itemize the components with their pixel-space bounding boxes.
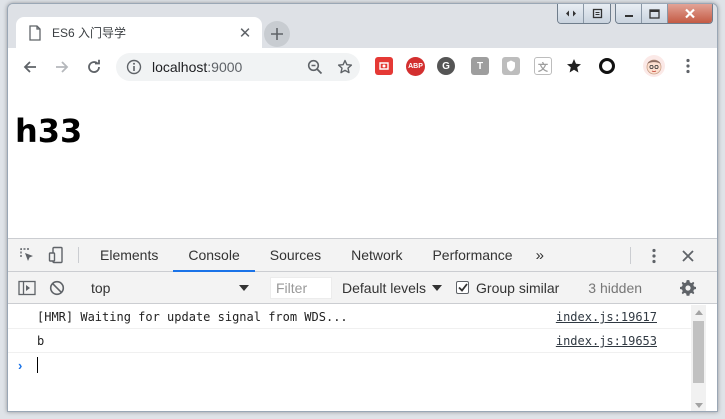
console-message: b (37, 334, 45, 348)
clear-console-icon[interactable] (42, 280, 72, 296)
console-message-row: b index.js:19653 (8, 329, 692, 353)
browser-tab[interactable]: ES6 入门导学 ✕ (16, 17, 262, 48)
device-toolbar-icon[interactable] (42, 239, 72, 271)
tab-sources[interactable]: Sources (255, 239, 336, 271)
zoom-button[interactable] (300, 53, 330, 81)
console-toolbar: top Filter Default levels Group similar … (8, 272, 717, 304)
dropdown-arrow-icon (432, 284, 443, 291)
arrow-left-icon (23, 61, 36, 73)
reload-icon (88, 59, 100, 73)
minimize-button[interactable] (616, 4, 642, 23)
translate-icon[interactable]: 文 (534, 57, 552, 75)
back-button[interactable] (14, 51, 46, 83)
scroll-thumb[interactable] (693, 321, 704, 383)
adblock-plus-icon[interactable]: ABP (406, 57, 425, 76)
tab-elements[interactable]: Elements (85, 239, 173, 271)
dropdown-arrow-icon (239, 284, 249, 291)
checkmark-icon (457, 283, 468, 292)
hidden-count: 3 hidden (588, 279, 643, 296)
document-icon (29, 24, 41, 41)
maximize-button[interactable] (642, 4, 668, 23)
window-controls (557, 4, 713, 24)
page-viewport: h33 (8, 86, 717, 238)
ring-icon[interactable] (598, 57, 616, 75)
plus-icon (271, 28, 283, 40)
devtools-panel: Elements Console Sources Network Perform… (8, 238, 717, 411)
console-prompt[interactable]: › (8, 353, 692, 377)
magnifier-icon (307, 59, 323, 75)
toolbar-divider (78, 247, 79, 263)
gear-icon[interactable] (673, 272, 703, 304)
star-outline-icon (337, 59, 353, 74)
tab-performance[interactable]: Performance (417, 239, 527, 271)
group-similar-checkbox[interactable] (456, 281, 470, 294)
context-select[interactable]: top (85, 276, 257, 300)
star-filled-icon[interactable] (565, 57, 583, 75)
context-value: top (91, 279, 111, 296)
tab-console[interactable]: Console (173, 239, 256, 272)
page-icon[interactable] (584, 4, 610, 23)
url-port: :9000 (207, 59, 243, 75)
more-tabs-button[interactable]: » (528, 239, 552, 271)
url-host: localhost (152, 59, 208, 75)
group-similar-toggle[interactable]: Group similar (456, 280, 559, 296)
scroll-down-icon[interactable] (695, 403, 703, 408)
address-bar[interactable]: localhost:9000 (116, 53, 360, 81)
new-tab-button[interactable] (264, 21, 290, 47)
snap-icon[interactable] (558, 4, 584, 23)
page-heading: h33 (15, 112, 83, 150)
prompt-chevron-icon: › (18, 358, 23, 373)
group-similar-label: Group similar (476, 279, 560, 296)
browser-toolbar: localhost:9000 ABP G T 文 (8, 48, 717, 86)
devtools-tabbar: Elements Console Sources Network Perform… (8, 239, 717, 272)
browser-window: ES6 入门导学 ✕ localhost:9000 ABP G T 文 h33 … (7, 3, 718, 412)
forward-button[interactable] (46, 51, 78, 83)
tab-title: ES6 入门导学 (52, 26, 127, 40)
tab-network[interactable]: Network (336, 239, 417, 271)
kebab-menu-icon[interactable] (679, 57, 697, 75)
toolbar-divider-right (630, 247, 631, 264)
ext-g-icon[interactable]: G (437, 57, 455, 75)
show-sidebar-icon[interactable] (12, 280, 42, 296)
profile-avatar-icon[interactable] (643, 55, 665, 77)
console-output: [HMR] Waiting for update signal from WDS… (8, 305, 692, 411)
ext-t-icon[interactable]: T (471, 57, 489, 75)
text-caret (37, 357, 38, 373)
console-message-row: [HMR] Waiting for update signal from WDS… (8, 305, 692, 329)
devtools-menu-icon[interactable] (639, 239, 669, 272)
tab-close-icon[interactable]: ✕ (236, 24, 254, 42)
console-scrollbar[interactable] (691, 305, 706, 411)
tab-strip: ES6 入门导学 ✕ (8, 4, 717, 48)
scroll-up-icon[interactable] (695, 310, 703, 315)
inspect-element-icon[interactable] (12, 239, 42, 271)
log-levels-select[interactable]: Default levels (342, 279, 443, 296)
source-link[interactable]: index.js:19617 (556, 310, 657, 324)
shield-icon[interactable] (502, 57, 520, 75)
url-text: localhost:9000 (152, 59, 300, 75)
source-link[interactable]: index.js:19653 (556, 334, 657, 348)
bookmark-button[interactable] (330, 53, 360, 81)
filter-input[interactable]: Filter (270, 276, 332, 299)
log-levels-label: Default levels (342, 279, 427, 296)
ext-red-icon[interactable] (375, 57, 393, 75)
reload-button[interactable] (78, 51, 110, 83)
arrow-right-icon (56, 61, 69, 73)
close-devtools-icon[interactable] (673, 239, 703, 272)
close-window-button[interactable] (668, 4, 712, 23)
console-message: [HMR] Waiting for update signal from WDS… (37, 310, 348, 324)
info-icon (126, 59, 142, 75)
